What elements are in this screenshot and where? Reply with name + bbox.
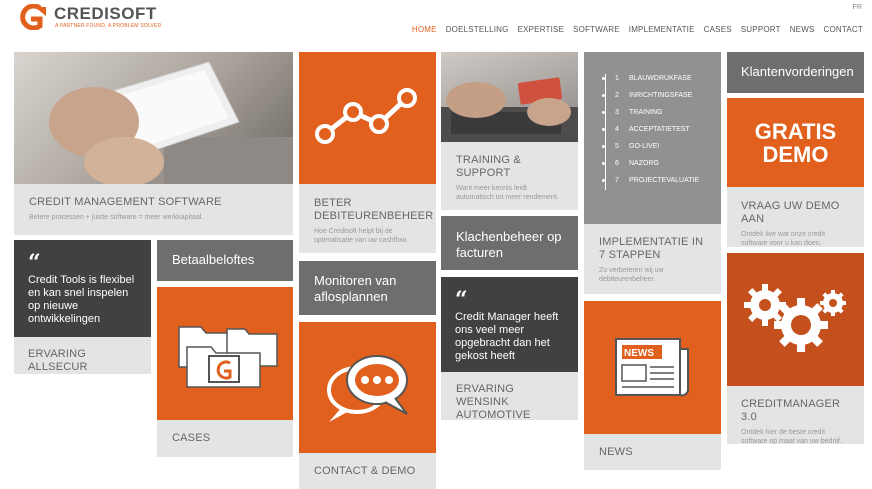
tile-title: Betaalbeloftes [172,252,255,267]
demo-label: DEMO [762,141,829,167]
klachtenbeheer-tile[interactable]: Klachenbeheer op facturen [441,216,578,270]
nav-home[interactable]: HOME [412,25,437,34]
nav-support[interactable]: SUPPORT [741,25,781,34]
gears-icon [744,284,846,352]
training-support-tile[interactable]: TRAINING & SUPPORT Want meer kennis leid… [441,142,578,210]
beter-image-tile[interactable] [299,52,436,184]
tile-title: BETER DEBITEURENBEHEER [314,197,434,222]
quote-text: Credit Manager heeft ons veel meer opgeb… [455,311,559,362]
nav-cases[interactable]: CASES [704,25,732,34]
credit-management-tile[interactable]: CREDIT MANAGEMENT SOFTWARE Betere proces… [14,184,293,235]
beter-debiteurenbeheer-tile[interactable]: BETER DEBITEURENBEHEER Hoe Credisoft hel… [299,184,436,253]
keyboard-photo[interactable] [441,52,578,142]
tile-title: Monitoren van aflosplannen [314,273,397,304]
tile-title: Klachenbeheer op facturen [456,229,562,260]
contact-demo-tile[interactable]: CONTACT & DEMO [299,453,436,489]
tile-title: Klantenvorderingen [741,64,854,79]
tile-title: VRAAG UW DEMO AAN [741,200,840,225]
quote-allsecur-tile[interactable]: “ Credit Tools is flexibel en kan snel i… [14,240,151,337]
tile-title: NEWS [599,446,633,458]
newspaper-icon: NEWS [615,338,689,397]
tile-desc: Ontdek hier de beste credit software op … [741,429,842,444]
chat-bubbles-icon [327,355,408,422]
hand-tablet-image [49,61,293,184]
quote-icon: “ [28,250,41,276]
step-item: 5 GO-LIVE! [602,138,703,155]
step-item: 4 ACCEPTATIETEST [602,121,703,138]
betaalbeloftes-tile[interactable]: Betaalbeloftes [157,240,293,281]
nav-contact[interactable]: CONTACT [824,25,863,34]
creditmanager-tile[interactable]: CREDITMANAGER 3.0 Ontdek hier de beste c… [727,386,864,444]
tile-desc: Hoe Credisoft helpt bij de optimalisatie… [314,228,408,244]
contact-image-tile[interactable] [299,322,436,453]
tile-desc: Ontdek live wat onze credit software voo… [741,231,826,247]
nav-news[interactable]: NEWS [790,25,815,34]
tile-title: CREDIT MANAGEMENT SOFTWARE [29,196,222,208]
tile-desc: Zo verbeteren wij uw debiteurenbeheer. [599,267,664,283]
keyboard-card-image [441,77,578,142]
vraag-demo-tile[interactable]: VRAAG UW DEMO AAN Ontdek live wat onze c… [727,187,864,247]
nav-doelstelling[interactable]: DOELSTELLING [446,25,509,34]
step-item: 3 TRAINING [602,104,703,121]
line-chart-icon [315,88,417,144]
step-item: 6 NAZORG [602,155,703,172]
nav-software[interactable]: SOFTWARE [573,25,620,34]
tile-title: TRAINING & SUPPORT [456,154,521,179]
credisoft-logo-icon [20,4,46,30]
tile-desc: Want meer kennis leidt automatisch tot m… [456,185,559,201]
quote-wensink-source[interactable]: ERVARING WENSINK AUTOMOTIVE [441,372,578,420]
folders-icon [178,326,278,388]
quote-text: Credit Tools is flexibel en kan snel ins… [28,274,135,325]
cases-image-tile[interactable] [157,287,293,420]
step-item: 1 BLAUWDRUKFASE [602,70,703,87]
main-nav: HOME DOELSTELLING EXPERTISE SOFTWARE IMPLEME… [403,19,863,37]
klantenvorderingen-tile[interactable]: Klantenvorderingen [727,52,864,93]
logo-text: CREDISOFT [54,4,157,23]
cases-tile[interactable]: CASES [157,420,293,457]
logo-tagline: A PARTNER FOUND, A PROBLEM SOLVED [55,23,162,29]
tile-title: CREDITMANAGER 3.0 [741,398,841,423]
tile-title: CASES [172,432,211,444]
monitoren-tile[interactable]: Monitoren van aflosplannen [299,261,436,315]
language-switch[interactable]: FR [853,4,862,11]
step-item: 7 PROJECTEVALUATIE [602,172,703,189]
tile-title: IMPLEMENTATIE IN 7 STAPPEN [599,236,704,261]
news-image-tile[interactable]: NEWS [584,301,721,434]
gears-image-tile[interactable] [727,253,864,386]
news-tile[interactable]: NEWS [584,434,721,470]
quote-icon: “ [455,287,468,313]
steps-list: 1 BLAUWDRUKFASE 2 INRICHTINGSFASE 3 TRAININ… [602,70,703,189]
quote-source: ERVARING ALLSECUR [28,348,88,373]
steps-timeline-line [605,74,606,190]
nav-implementatie[interactable]: IMPLEMENTATIE [629,25,695,34]
step-item: 2 INRICHTINGSFASE [602,87,703,104]
implementatie-tile[interactable]: IMPLEMENTATIE IN 7 STAPPEN Zo verbeteren… [584,224,721,294]
gratis-demo-tile[interactable]: GRATIS DEMO [727,98,864,187]
implementatie-steps-tile[interactable]: 1 BLAUWDRUKFASE 2 INRICHTINGSFASE 3 TRAININ… [584,52,721,224]
quote-wensink-tile[interactable]: “ Credit Manager heeft ons veel meer opg… [441,277,578,372]
nav-expertise[interactable]: EXPERTISE [518,25,565,34]
tile-title: CONTACT & DEMO [314,465,416,477]
gratis-label: GRATIS [754,118,837,144]
quote-source: ERVARING WENSINK AUTOMOTIVE [456,383,531,420]
tile-desc: Betere processen + juiste software = mee… [29,214,204,221]
news-icon-label: NEWS [624,348,654,359]
quote-allsecur-source[interactable]: ERVARING ALLSECUR [14,337,151,374]
tablet-photo[interactable] [14,52,293,184]
